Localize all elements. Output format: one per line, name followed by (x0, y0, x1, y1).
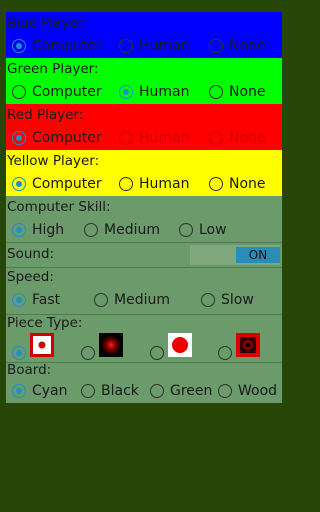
radio-selected-icon (119, 85, 133, 99)
piece-label: Piece Type: (7, 315, 83, 331)
piece-option-4[interactable] (218, 333, 260, 363)
radio-empty-icon (119, 131, 133, 145)
piece-section: Piece Type: (6, 315, 282, 362)
yellow-player-none-radio[interactable]: None (209, 174, 266, 194)
radio-selected-icon (12, 384, 26, 398)
radio-empty-icon (179, 223, 193, 237)
radio-selected-icon (12, 177, 26, 191)
yellow-player-section: Yellow Player: Computer Human None (6, 150, 282, 196)
skill-low-radio[interactable]: Low (179, 220, 227, 240)
piece-option-3[interactable] (150, 333, 192, 363)
black-square-red-glow-icon (99, 333, 123, 357)
skill-high-radio[interactable]: High (12, 220, 64, 240)
radio-empty-icon (119, 39, 133, 53)
speed-section: Speed: Fast Medium Slow (6, 268, 282, 314)
radio-empty-icon (218, 384, 232, 398)
green-player-computer-radio[interactable]: Computer (12, 82, 102, 102)
radio-empty-icon (94, 293, 108, 307)
green-player-label: Green Player: (7, 61, 99, 77)
sound-label: Sound: (7, 246, 55, 262)
sound-toggle[interactable]: ON (190, 245, 280, 265)
piece-option-1[interactable] (12, 333, 54, 363)
green-player-none-radio[interactable]: None (209, 82, 266, 102)
sound-toggle-thumb: ON (236, 247, 280, 263)
radio-empty-icon (209, 131, 223, 145)
radio-empty-icon (12, 85, 26, 99)
red-player-human-radio[interactable]: Human (119, 128, 190, 148)
radio-empty-icon (81, 384, 95, 398)
red-player-computer-radio[interactable]: Computer (12, 128, 102, 148)
blue-player-computer-radio[interactable]: Computer (12, 36, 102, 56)
white-square-red-dot-icon (30, 333, 54, 357)
radio-selected-icon (12, 39, 26, 53)
red-square-black-target-icon (236, 333, 260, 357)
blue-player-none-radio[interactable]: None (209, 36, 266, 56)
speed-medium-radio[interactable]: Medium (94, 290, 170, 310)
radio-empty-icon (209, 85, 223, 99)
radio-empty-icon (218, 346, 232, 360)
blue-player-section: Blue Player: Computer Human None (6, 12, 282, 58)
yellow-player-human-radio[interactable]: Human (119, 174, 190, 194)
board-wood-radio[interactable]: Wood (218, 381, 277, 401)
blue-player-human-radio[interactable]: Human (119, 36, 190, 56)
radio-empty-icon (81, 346, 95, 360)
skill-section: Computer Skill: High Medium Low (6, 196, 282, 242)
radio-empty-icon (209, 177, 223, 191)
red-player-none-radio[interactable]: None (209, 128, 266, 148)
sound-section: Sound: ON (6, 243, 282, 267)
yellow-player-computer-radio[interactable]: Computer (12, 174, 102, 194)
skill-medium-radio[interactable]: Medium (84, 220, 160, 240)
green-player-human-radio[interactable]: Human (119, 82, 190, 102)
board-green-radio[interactable]: Green (150, 381, 212, 401)
settings-panel: Blue Player: Computer Human None Green P… (6, 12, 282, 403)
skill-label: Computer Skill: (7, 199, 111, 215)
radio-empty-icon (84, 223, 98, 237)
radio-empty-icon (119, 177, 133, 191)
red-player-section: Red Player: Computer Human None (6, 104, 282, 150)
radio-empty-icon (201, 293, 215, 307)
board-cyan-radio[interactable]: Cyan (12, 381, 68, 401)
radio-selected-icon (12, 293, 26, 307)
piece-option-2[interactable] (81, 333, 123, 363)
radio-selected-icon (12, 223, 26, 237)
radio-selected-icon (12, 131, 26, 145)
board-black-radio[interactable]: Black (81, 381, 139, 401)
board-label: Board: (7, 362, 52, 378)
blue-player-label: Blue Player: (7, 15, 88, 31)
white-square-red-circle-icon (168, 333, 192, 357)
radio-selected-icon (12, 346, 26, 360)
speed-slow-radio[interactable]: Slow (201, 290, 254, 310)
speed-label: Speed: (7, 269, 54, 285)
radio-empty-icon (150, 346, 164, 360)
radio-empty-icon (209, 39, 223, 53)
yellow-player-label: Yellow Player: (7, 153, 100, 169)
radio-empty-icon (150, 384, 164, 398)
speed-fast-radio[interactable]: Fast (12, 290, 60, 310)
board-section: Board: Cyan Black Green Wood (6, 362, 282, 403)
green-player-section: Green Player: Computer Human None (6, 58, 282, 104)
red-player-label: Red Player: (7, 107, 84, 123)
